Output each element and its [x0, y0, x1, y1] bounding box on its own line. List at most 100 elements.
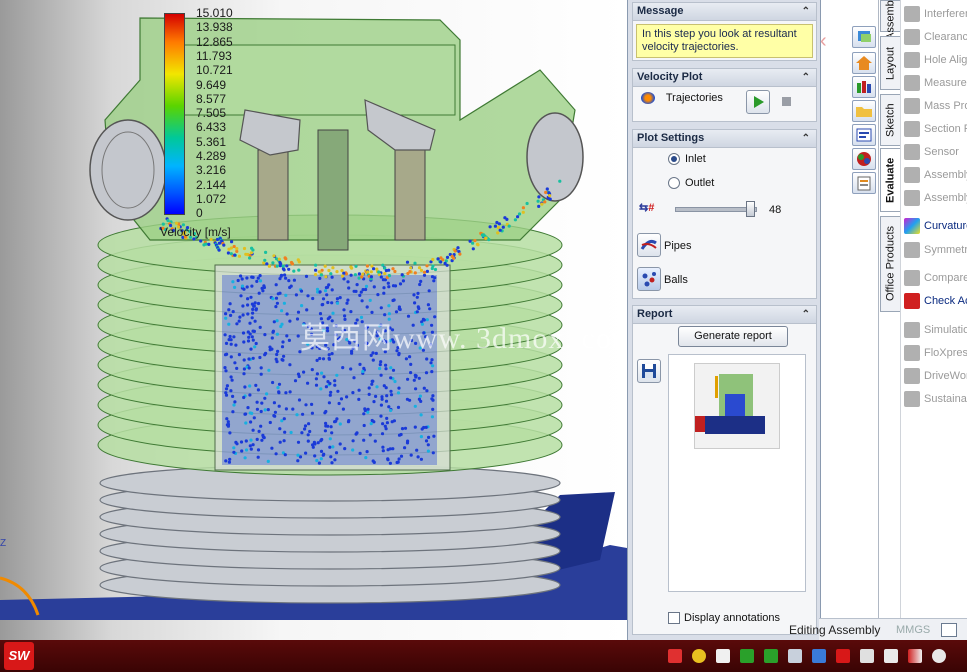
- tab-office-products[interactable]: Office Products: [880, 216, 901, 312]
- command-icon: [904, 218, 920, 235]
- device-icon[interactable]: [860, 649, 874, 663]
- units-indicator[interactable]: MMGS: [896, 624, 930, 636]
- generate-report-button[interactable]: Generate report: [678, 326, 788, 347]
- command-label: FloXpress: [924, 347, 967, 359]
- plot-settings-header[interactable]: Plot Settings ⌃: [633, 130, 816, 148]
- stop-button[interactable]: [782, 97, 791, 106]
- flag-icon[interactable]: [716, 649, 730, 663]
- graphics-viewport[interactable]: 15.010 13.938 12.865 11.793 10.721 9.649 8.577…: [0, 0, 627, 640]
- report-header[interactable]: Report ⌃: [633, 306, 816, 324]
- volume-icon[interactable]: [932, 649, 946, 663]
- search-icon[interactable]: [668, 649, 682, 663]
- command-item[interactable]: Hole Alignment: [901, 50, 967, 70]
- command-item[interactable]: Symmetry Check: [901, 240, 967, 260]
- resources-icon[interactable]: [852, 26, 876, 48]
- legend-value: 1.072: [196, 191, 227, 206]
- command-item[interactable]: Sustainability: [901, 389, 967, 409]
- trajectory-count-slider-track[interactable]: [675, 207, 757, 212]
- save-report-button[interactable]: [637, 359, 661, 383]
- collapse-chevron-icon[interactable]: ⌃: [802, 130, 810, 147]
- status-mode: Editing Assembly: [789, 623, 881, 637]
- command-icon: [904, 391, 920, 408]
- pipes-button[interactable]: [637, 233, 661, 257]
- inlet-radio-row[interactable]: Inlet: [668, 153, 706, 166]
- command-item[interactable]: Mass Properties: [901, 96, 967, 116]
- home-icon[interactable]: [852, 52, 876, 74]
- play-button[interactable]: [746, 90, 770, 114]
- network-app-icon[interactable]: [812, 649, 826, 663]
- tab-sketch[interactable]: Sketch: [880, 94, 901, 146]
- balls-button[interactable]: [637, 267, 661, 291]
- command-item[interactable]: Clearance Verification: [901, 27, 967, 47]
- outlet-radio-row[interactable]: Outlet: [668, 177, 714, 190]
- monitor-icon[interactable]: [788, 649, 802, 663]
- command-icon: [904, 144, 920, 161]
- legend-value: 11.793: [196, 48, 232, 63]
- balls-label: Balls: [664, 274, 688, 286]
- update-icon[interactable]: [764, 649, 778, 663]
- command-item[interactable]: Assembly Visualization: [901, 188, 967, 208]
- display-annotations-label: Display annotations: [684, 612, 781, 624]
- command-label: Symmetry Check: [924, 244, 967, 256]
- collapse-chevron-icon[interactable]: ⌃: [802, 3, 810, 20]
- tab-evaluate[interactable]: Evaluate: [880, 148, 901, 212]
- message-text: In this step you look at resultant veloc…: [636, 24, 813, 58]
- status-dropdown-icon[interactable]: [941, 623, 957, 637]
- display-annotations-checkbox[interactable]: [668, 612, 680, 625]
- legend-value: 9.649: [196, 77, 227, 92]
- view-palette-icon[interactable]: [852, 124, 876, 146]
- close-x-icon[interactable]: ‹: [820, 30, 827, 53]
- command-label: Mass Properties: [924, 100, 967, 112]
- solidworks-tray-icon[interactable]: [836, 649, 850, 663]
- tab-assembly[interactable]: Assembly: [880, 0, 901, 40]
- solidworks-taskbar-icon[interactable]: SW: [4, 642, 34, 670]
- command-item[interactable]: Measure: [901, 73, 967, 93]
- command-label: Clearance Verification: [924, 31, 967, 43]
- file-explorer-icon[interactable]: [852, 100, 876, 122]
- custom-properties-icon[interactable]: [852, 172, 876, 194]
- command-item[interactable]: Compare Documents: [901, 268, 967, 288]
- report-preview-area: [668, 354, 806, 592]
- velocity-plot-section: Velocity Plot ⌃ Trajectories: [632, 68, 817, 122]
- status-bar: Editing Assembly MMGS: [789, 618, 967, 641]
- command-icon: [904, 322, 920, 339]
- tab-layout[interactable]: Layout: [880, 36, 901, 90]
- command-label: Section Properties: [924, 123, 967, 135]
- command-item[interactable]: DriveWorksXpress: [901, 366, 967, 386]
- command-item[interactable]: AssemblyXpert: [901, 165, 967, 185]
- appearances-icon[interactable]: [852, 148, 876, 170]
- command-label: Hole Alignment: [924, 54, 967, 66]
- command-label: Check Active Document: [924, 295, 967, 307]
- clipboard-icon[interactable]: [884, 649, 898, 663]
- command-item[interactable]: Curvature: [901, 216, 967, 236]
- pipes-icon: [640, 240, 657, 250]
- design-library-icon[interactable]: [852, 76, 876, 98]
- trajectory-count-row: ⇆# 48: [639, 201, 809, 217]
- display-annotations-row[interactable]: Display annotations: [668, 612, 781, 625]
- security-icon[interactable]: [740, 649, 754, 663]
- legend-value: 3.216: [196, 163, 227, 178]
- signal-icon[interactable]: [908, 649, 922, 663]
- command-icon: [904, 345, 920, 362]
- report-thumbnail[interactable]: [694, 363, 780, 449]
- message-header[interactable]: Message ⌃: [633, 3, 816, 21]
- command-icon: [904, 368, 920, 385]
- trajectory-count-slider-thumb[interactable]: [746, 201, 756, 217]
- velocity-plot-header[interactable]: Velocity Plot ⌃: [633, 69, 816, 87]
- command-item[interactable]: FloXpress: [901, 343, 967, 363]
- collapse-chevron-icon[interactable]: ⌃: [802, 69, 810, 86]
- save-disk-icon: [642, 364, 656, 378]
- command-item[interactable]: Interference Detection: [901, 4, 967, 24]
- command-item[interactable]: SimulationXpress: [901, 320, 967, 340]
- inlet-radio[interactable]: [668, 153, 680, 166]
- legend-value: 10.721: [196, 63, 233, 78]
- collapse-chevron-icon[interactable]: ⌃: [802, 306, 810, 323]
- legend-value: 15.010: [196, 6, 233, 20]
- command-item[interactable]: Section Properties: [901, 119, 967, 139]
- legend-value: 8.577: [196, 91, 227, 106]
- command-item[interactable]: Check Active Document: [901, 291, 967, 311]
- chrome-icon[interactable]: [692, 649, 706, 663]
- outlet-radio[interactable]: [668, 177, 680, 190]
- command-item[interactable]: Sensor: [901, 142, 967, 162]
- command-label: Sensor: [924, 146, 959, 158]
